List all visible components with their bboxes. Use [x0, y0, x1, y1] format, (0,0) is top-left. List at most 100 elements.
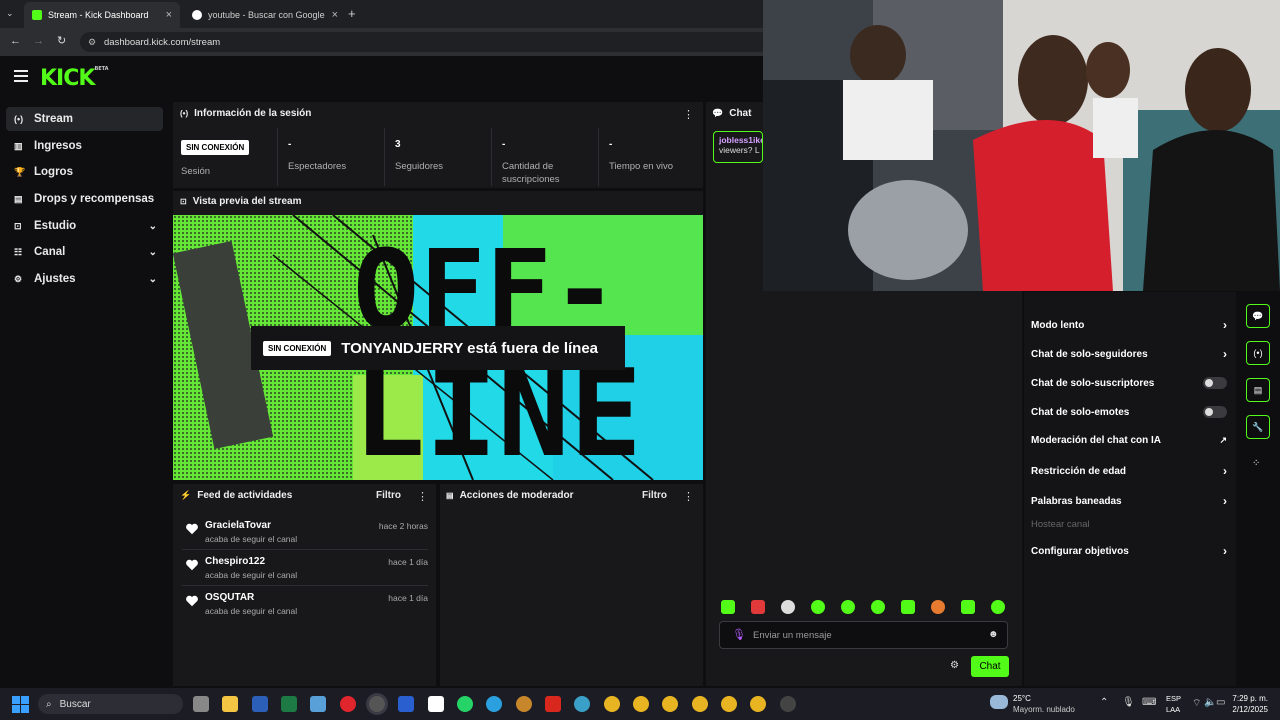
- log-icon: ▤: [446, 491, 454, 500]
- broadcast-rail-icon[interactable]: (•): [1246, 341, 1270, 365]
- clock-time[interactable]: 7:29 p. m.: [1230, 694, 1268, 703]
- close-tab-icon[interactable]: ×: [166, 9, 172, 21]
- emote-icon[interactable]: [721, 600, 735, 614]
- activity-username[interactable]: GracielaTovar: [205, 520, 271, 531]
- sidebar-item-logros[interactable]: 🏆 Logros: [6, 160, 163, 184]
- clock-date[interactable]: 2/12/2025: [1226, 705, 1268, 714]
- close-tab-icon[interactable]: ×: [332, 9, 338, 21]
- chrome-icon[interactable]: [750, 696, 766, 712]
- emote-icon[interactable]: [811, 600, 825, 614]
- activity-filter-button[interactable]: Filtro: [376, 490, 401, 501]
- back-icon[interactable]: ←: [10, 35, 21, 47]
- capcut-icon[interactable]: [428, 696, 444, 712]
- task-view-icon[interactable]: [193, 696, 209, 712]
- keyboard-icon[interactable]: ⌨: [1142, 697, 1156, 708]
- webcam-image: [763, 0, 1280, 291]
- app-icon[interactable]: [398, 696, 414, 712]
- more-options-icon[interactable]: ⋮: [417, 490, 428, 503]
- site-info-icon[interactable]: ⚙: [88, 37, 96, 48]
- obs-icon[interactable]: [369, 696, 385, 712]
- menu-item-ai-moderation[interactable]: Moderación del chat con IA ↗: [1031, 435, 1227, 446]
- app-icon[interactable]: [574, 696, 590, 712]
- media-player-icon[interactable]: [780, 696, 796, 712]
- tab-google-search[interactable]: youtube - Buscar con Google ×: [184, 2, 346, 28]
- chat-username[interactable]: jobless1ike: [719, 135, 762, 145]
- chrome-icon[interactable]: [662, 696, 678, 712]
- emote-icon[interactable]: [871, 600, 885, 614]
- language-code[interactable]: ESP: [1166, 694, 1181, 703]
- menu-item-slow-mode[interactable]: Modo lento ›: [1031, 318, 1227, 332]
- emote-icon[interactable]: [841, 600, 855, 614]
- file-explorer-icon[interactable]: [222, 696, 238, 712]
- opera-icon[interactable]: [340, 696, 356, 712]
- activity-time: hace 1 día: [388, 557, 428, 567]
- wifi-icon[interactable]: ⌔: [1192, 697, 1201, 710]
- sidebar-item-label: Ingresos: [34, 140, 82, 152]
- chevron-up-icon[interactable]: ⌃: [1100, 697, 1108, 708]
- chrome-icon[interactable]: [604, 696, 620, 712]
- sidebar-item-estudio[interactable]: ⊡ Estudio ⌄: [6, 214, 163, 238]
- forward-icon[interactable]: →: [33, 35, 44, 47]
- chat-rail-icon[interactable]: 💬: [1246, 304, 1270, 328]
- emote-icon[interactable]: [991, 600, 1005, 614]
- kick-logo[interactable]: KICKBETA: [40, 66, 109, 91]
- volume-icon[interactable]: 🔈: [1204, 697, 1216, 708]
- menu-item-age-restriction[interactable]: Restricción de edad ›: [1031, 464, 1227, 478]
- weather-temp[interactable]: 25°C: [1013, 694, 1031, 703]
- microphone-icon[interactable]: 🎙: [1122, 697, 1135, 708]
- emote-icon[interactable]: [781, 600, 795, 614]
- chat-input[interactable]: 🎙 Enviar un mensaje ☻: [719, 621, 1008, 649]
- chrome-icon[interactable]: [692, 696, 708, 712]
- windows-start-icon[interactable]: [12, 696, 29, 713]
- emote-icon[interactable]: [901, 600, 915, 614]
- weather-desc[interactable]: Mayorm. nublado: [1013, 705, 1075, 714]
- more-options-icon[interactable]: ⋮: [683, 108, 694, 121]
- more-options-icon[interactable]: ⋮: [683, 490, 694, 503]
- send-chat-button[interactable]: Chat: [971, 656, 1009, 677]
- sidebar-item-ingresos[interactable]: ▥ Ingresos: [6, 134, 163, 158]
- stream-preview[interactable]: OFF- LINE SIN CONEXIÓN TONYANDJERRY está…: [173, 215, 703, 480]
- menu-item-banned-words[interactable]: Palabras baneadas ›: [1031, 494, 1227, 508]
- sidebar-item-ajustes[interactable]: ⚙ Ajustes ⌄: [6, 267, 163, 291]
- apps-icon[interactable]: ⁘: [1252, 458, 1260, 469]
- app-icon[interactable]: [310, 696, 326, 712]
- tab-kick-dashboard[interactable]: Stream - Kick Dashboard ×: [24, 2, 180, 28]
- telegram-icon[interactable]: [486, 696, 502, 712]
- mod-filter-button[interactable]: Filtro: [642, 490, 667, 501]
- emote-icon[interactable]: [751, 600, 765, 614]
- emoji-icon[interactable]: ☻: [988, 629, 999, 640]
- chrome-icon[interactable]: [633, 696, 649, 712]
- weather-icon[interactable]: [990, 695, 1008, 709]
- layout-rail-icon[interactable]: ▤: [1246, 378, 1270, 402]
- menu-item-goals[interactable]: Configurar objetivos ›: [1031, 544, 1227, 558]
- menu-icon[interactable]: [14, 70, 28, 82]
- emotes-only-toggle[interactable]: [1203, 406, 1227, 418]
- url-input[interactable]: ⚙ dashboard.kick.com/stream: [80, 32, 770, 52]
- tab-list-icon[interactable]: ⌄: [6, 8, 14, 19]
- keyboard-layout[interactable]: LAA: [1166, 705, 1180, 714]
- sidebar-item-drops[interactable]: ▤ Drops y recompensas: [6, 187, 163, 211]
- excel-icon[interactable]: [281, 696, 297, 712]
- word-icon[interactable]: [252, 696, 268, 712]
- microphone-icon[interactable]: 🎙: [732, 628, 746, 641]
- new-tab-icon[interactable]: +: [348, 6, 356, 21]
- sidebar-item-stream[interactable]: (•) Stream: [6, 107, 163, 131]
- battery-icon[interactable]: ▭: [1216, 697, 1225, 708]
- subscribers-only-toggle[interactable]: [1203, 377, 1227, 389]
- activity-username[interactable]: Chespiro122: [205, 556, 265, 567]
- wrench-rail-icon[interactable]: 🔧: [1246, 415, 1270, 439]
- acrobat-icon[interactable]: [545, 696, 561, 712]
- divider: [491, 128, 492, 186]
- whatsapp-icon[interactable]: [457, 696, 473, 712]
- menu-item-followers-only[interactable]: Chat de solo-seguidores ›: [1031, 347, 1227, 361]
- chat-settings-icon[interactable]: ⚙: [950, 660, 959, 671]
- sidebar-item-canal[interactable]: ☷ Canal ⌄: [6, 240, 163, 264]
- dashboard-header: [0, 56, 763, 100]
- activity-username[interactable]: OSQUTAR: [205, 592, 254, 603]
- taskbar-search[interactable]: ⌕ Buscar: [38, 694, 183, 714]
- emote-icon[interactable]: [931, 600, 945, 614]
- reload-icon[interactable]: ↻: [57, 34, 66, 47]
- emote-icon[interactable]: [961, 600, 975, 614]
- app-icon[interactable]: [516, 696, 532, 712]
- chrome-icon[interactable]: [721, 696, 737, 712]
